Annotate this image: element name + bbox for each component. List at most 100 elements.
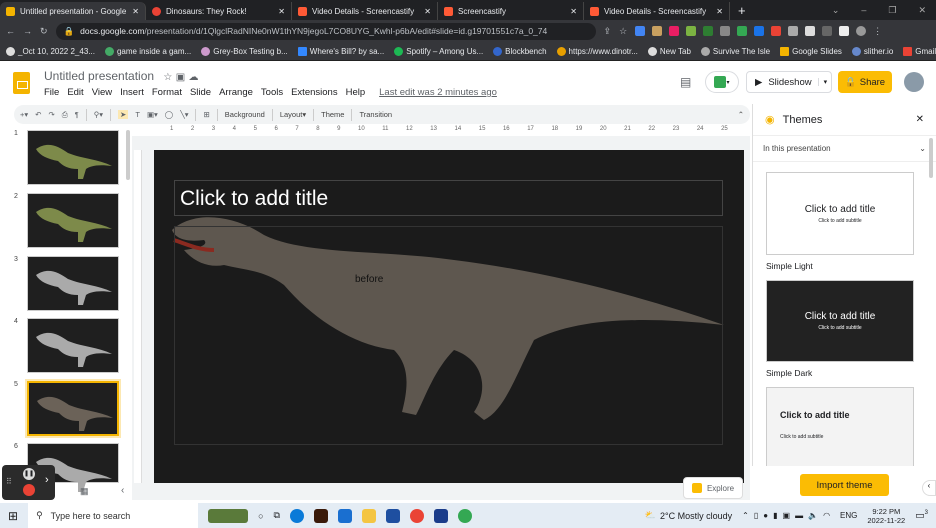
transition-button[interactable]: Transition [359, 110, 392, 119]
windows-start-icon[interactable]: ⊞ [8, 509, 18, 523]
slide-thumbnail[interactable] [27, 256, 119, 311]
puzzle-icon[interactable] [805, 25, 816, 36]
window-close-icon[interactable]: ✕ [918, 5, 926, 16]
extension-icon[interactable] [669, 25, 680, 36]
bookmark[interactable]: Gmail [903, 46, 936, 56]
bookmark[interactable]: Grey-Box Testing b... [201, 46, 288, 56]
menu-edit[interactable]: Edit [67, 87, 83, 98]
tab-video-details[interactable]: Video Details - Screencastify ✕ [292, 2, 438, 20]
star-icon[interactable]: ☆ [163, 72, 172, 83]
forward-icon[interactable]: → [23, 26, 32, 36]
url-input[interactable]: 🔒 docs.google.com/presentation/d/1QlgclRa… [55, 22, 596, 40]
app-icon[interactable] [313, 508, 328, 523]
expand-icon[interactable]: › [45, 474, 49, 486]
filmstrip-scrollbar[interactable] [126, 130, 130, 180]
meet-button[interactable]: ▾ [705, 71, 739, 93]
bookmark[interactable]: https://www.dinotr... [556, 46, 638, 56]
theme-button[interactable]: Theme [321, 110, 344, 119]
menu-view[interactable]: View [92, 87, 112, 98]
extension-icon[interactable] [686, 25, 697, 36]
horizontal-ruler[interactable]: 1 2 3 4 5 6 7 8 9 10 11 12 13 14 15 16 17 18 19 20 21 22 23 24 2… [154, 126, 744, 136]
slide-thumbnail[interactable] [27, 193, 119, 248]
menu-slide[interactable]: Slide [190, 87, 211, 98]
chrome-icon[interactable] [457, 508, 472, 523]
extension-icon[interactable] [737, 25, 748, 36]
app-icon[interactable] [433, 508, 448, 523]
layout-button[interactable]: Layout▾ [280, 110, 306, 119]
comment-icon[interactable]: ⊞ [203, 110, 209, 119]
close-icon[interactable]: ✕ [916, 114, 924, 125]
side-panel-icon[interactable] [839, 25, 850, 36]
last-edit-link[interactable]: Last edit was 2 minutes ago [379, 87, 497, 98]
collapse-filmstrip-icon[interactable]: ‹ [121, 485, 124, 496]
extension-icon[interactable] [635, 25, 646, 36]
slide-thumbnail[interactable] [27, 318, 119, 373]
slide-body-text[interactable]: before [355, 274, 383, 285]
edge-icon[interactable] [289, 508, 304, 523]
vertical-ruler[interactable] [134, 150, 142, 483]
slides-logo[interactable] [13, 72, 30, 94]
comments-icon[interactable]: ▤ [680, 75, 691, 89]
store-icon[interactable] [385, 508, 400, 523]
side-panel-toggle[interactable]: ‹ [922, 480, 936, 496]
print-icon[interactable]: ⎙ [62, 110, 68, 120]
menu-arrange[interactable]: Arrange [219, 87, 253, 98]
theme-card-streamline[interactable]: Click to add title Click to add subtitle [766, 387, 914, 467]
slide-title-placeholder[interactable]: Click to add title [174, 180, 723, 216]
bookmark[interactable]: Blockbench [493, 46, 547, 56]
reload-icon[interactable]: ↻ [40, 26, 48, 37]
collapse-toolbar-icon[interactable]: ⌃ [738, 110, 744, 119]
bookmark[interactable]: Where's Bill? by sa... [297, 46, 384, 56]
close-icon[interactable]: ✕ [132, 7, 139, 16]
close-icon[interactable]: ✕ [424, 7, 431, 16]
bookmark[interactable]: _Oct 10, 2022 2_43... [6, 46, 95, 56]
user-avatar[interactable] [904, 72, 924, 92]
language-indicator[interactable]: ENG [840, 511, 857, 520]
shape-icon[interactable]: ◯ [165, 110, 173, 119]
move-folder-icon[interactable]: ▣ [176, 72, 185, 83]
image-icon[interactable]: ▣▾ [147, 110, 158, 119]
drag-handle-icon[interactable]: ⠿ [6, 477, 12, 486]
extension-icon[interactable] [754, 25, 765, 36]
menu-insert[interactable]: Insert [120, 87, 144, 98]
menu-extensions[interactable]: Extensions [291, 87, 337, 98]
extension-icon[interactable] [720, 25, 731, 36]
redo-icon[interactable]: ↷ [48, 110, 54, 119]
slide-thumbnail[interactable] [25, 379, 121, 438]
back-icon[interactable]: ← [6, 26, 15, 36]
stop-icon[interactable] [23, 484, 35, 496]
reading-list-icon[interactable] [822, 25, 833, 36]
grid-view-icon[interactable]: ▦ [80, 486, 89, 497]
menu-file[interactable]: File [44, 87, 59, 98]
chrome-icon[interactable] [409, 508, 424, 523]
notifications-icon[interactable]: ▭3 [915, 510, 928, 521]
share-icon[interactable]: ⇪ [604, 26, 612, 37]
import-theme-button[interactable]: Import theme [800, 474, 889, 496]
menu-icon[interactable]: ⋮ [873, 26, 882, 37]
zoom-icon[interactable]: ⚲▾ [94, 110, 103, 119]
extension-icon[interactable] [652, 25, 663, 36]
slideshow-button[interactable]: ▶ Slideshow ▾ [746, 71, 832, 93]
background-button[interactable]: Background [225, 110, 265, 119]
taskbar-search[interactable]: ⚲ Type here to search [28, 503, 199, 528]
restore-icon[interactable]: ❐ [888, 5, 896, 16]
share-button[interactable]: 🔒 Share [838, 71, 892, 93]
bookmark[interactable]: game inside a gam... [104, 46, 191, 56]
tab-search-icon[interactable]: ⌄ [832, 5, 840, 16]
tab-google-slides[interactable]: Untitled presentation - Google Sl ✕ [0, 2, 146, 20]
theme-card-simple-dark[interactable]: Click to add title Click to add subtitle [766, 280, 914, 362]
tab-video-details-2[interactable]: Video Details - Screencastify ✕ [584, 2, 730, 20]
system-tray[interactable]: ⌃ ▯ ● ▮ ▣ ▬ 🔈 ◠ [742, 511, 830, 520]
theme-card-simple-light[interactable]: Click to add title Click to add subtitle [766, 172, 914, 255]
tab-dinosaurs[interactable]: Dinosaurs: They Rock! ✕ [146, 2, 292, 20]
pause-icon[interactable]: ❚❚ [23, 468, 35, 480]
new-slide-icon[interactable]: +▾ [20, 110, 28, 119]
chevron-down-icon[interactable]: ▾ [817, 78, 833, 86]
close-icon[interactable]: ✕ [570, 7, 577, 16]
slide-body-placeholder[interactable] [174, 226, 723, 445]
theme-source-dropdown[interactable]: In this presentation ⌄ [753, 136, 936, 162]
slide-thumbnail[interactable] [27, 130, 119, 185]
minimize-icon[interactable]: – [861, 5, 866, 16]
clock[interactable]: 9:22 PM 2022-11-22 [867, 507, 905, 525]
select-icon[interactable]: ➤ [118, 110, 129, 119]
